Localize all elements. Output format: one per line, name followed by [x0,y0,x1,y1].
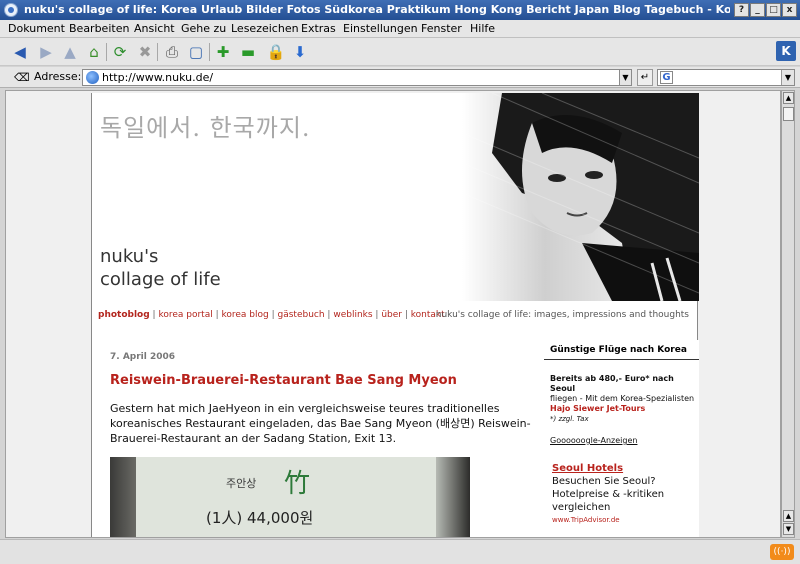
rss-feed-icon[interactable]: ((·)) [770,544,794,560]
korean-title: 독일에서. 한국까지. [100,114,311,142]
konqueror-icon[interactable] [4,3,18,17]
address-url: http://www.nuku.de/ [102,71,214,84]
menu-ansicht[interactable]: Ansicht [134,22,175,35]
menu-dokument[interactable]: Dokument [8,22,65,35]
hotel-ad-title[interactable]: Seoul Hotels [552,462,697,475]
forward-icon[interactable]: ▶ [36,42,56,62]
reload-icon[interactable]: ⟳ [110,42,130,62]
post-body: Gestern hat mich JaeHyeon in ein verglei… [110,402,531,445]
blog-name: nuku's collage of life [100,245,221,291]
help-button[interactable]: ? [734,3,749,17]
flight-ad-link[interactable]: Hajo Siewer Jet-Tours [550,404,697,414]
search-dropdown-button[interactable]: ▼ [781,70,794,85]
scroll-up-arrow-icon[interactable]: ▲ [783,510,794,522]
scroll-down-arrow-icon[interactable]: ▼ [783,523,794,535]
globe-icon [86,71,99,84]
home-icon[interactable]: ⌂ [84,42,104,62]
zoom-in-icon[interactable]: ✚ [213,42,233,62]
blog-header: 독일에서. 한국까지. nuku's collage of life [92,93,699,301]
flight-ad-line1: Bereits ab 480,- Euro* nach Seoul [550,374,674,393]
up-icon[interactable]: ▲ [60,42,80,62]
search-input[interactable]: G ▼ [657,69,795,86]
blog-navigation: photoblog | korea portal | korea blog | … [98,310,445,320]
scroll-up-arrow-icon[interactable]: ▲ [783,92,794,104]
post-title[interactable]: Reiswein-Brauerei-Restaurant Bae Sang My… [110,373,457,388]
address-dropdown-button[interactable]: ▼ [619,69,632,86]
kde-logo-icon: K [776,41,796,61]
nav-korea-portal[interactable]: korea portal [158,310,212,320]
address-input[interactable]: http://www.nuku.de/ [82,69,632,86]
toolbar-separator [157,43,158,61]
menu-bar: Dokument Bearbeiten Ansicht Gehe zu Lese… [0,20,800,38]
menu-card-photo: 주안상 竹 (1人) 44,000원 [136,457,436,537]
nav-weblinks[interactable]: weblinks [333,310,372,320]
flight-ad[interactable]: Bereits ab 480,- Euro* nach Seoul fliege… [550,374,697,424]
security-lock-icon[interactable]: 🔒 [266,42,286,62]
print-preview-icon[interactable]: ▢ [186,42,206,62]
menu-gehe-zu[interactable]: Gehe zu [181,22,226,35]
hotel-ad[interactable]: Seoul Hotels Besuchen Sie Seoul? Hotelpr… [552,462,697,527]
sidebar-heading: Günstige Flüge nach Korea [550,345,687,355]
blog-tagline: nuku's collage of life: images, impressi… [435,310,689,320]
flight-ad-note: *) zzgl. Tax [550,415,589,423]
clear-location-icon[interactable]: ⌫ [14,71,30,84]
stop-icon[interactable]: ✖ [135,42,155,62]
photo-text-3: (1人) 44,000원 [206,509,314,527]
hotel-ad-url[interactable]: www.TripAdvisor.de [552,514,697,527]
download-icon[interactable]: ⬇ [290,42,310,62]
header-portrait-image [462,93,699,301]
toolbar-separator [209,43,210,61]
back-icon[interactable]: ◀ [10,42,30,62]
menu-fenster[interactable]: Fenster [421,22,462,35]
close-button[interactable]: x [782,3,797,17]
nav-gaestebuch[interactable]: gästebuch [278,310,325,320]
sidebar: Günstige Flüge nach Korea Bereits ab 480… [544,340,699,537]
photo-text-2: 竹 [284,469,311,499]
window-title: nuku's collage of life: Korea Urlaub Bil… [24,3,730,16]
post-date: 7. April 2006 [110,352,176,362]
sidebar-divider [544,359,699,360]
blog-name-line2: collage of life [100,269,221,290]
nav-photoblog[interactable]: photoblog [98,310,150,320]
post-photo[interactable]: 주안상 竹 (1人) 44,000원 [110,457,470,537]
scroll-thumb[interactable] [783,107,794,121]
menu-einstellungen[interactable]: Einstellungen [343,22,418,35]
nav-korea-blog[interactable]: korea blog [221,310,268,320]
web-page: 독일에서. 한국까지. nuku's collage of life photo… [91,93,699,537]
vertical-scrollbar[interactable]: ▲ ▲ ▼ [781,90,795,538]
status-bar: ((·)) [0,539,800,564]
google-search-icon[interactable]: G [660,71,673,84]
location-bar: ⌫ Adresse: http://www.nuku.de/ ▼ ↵ G ▼ [0,67,800,88]
nav-ueber[interactable]: über [381,310,402,320]
photo-text-1: 주안상 [226,477,257,490]
menu-hilfe[interactable]: Hilfe [470,22,495,35]
blog-name-line1: nuku's [100,246,159,267]
menu-bearbeiten[interactable]: Bearbeiten [69,22,129,35]
go-button[interactable]: ↵ [637,69,653,86]
menu-extras[interactable]: Extras [301,22,336,35]
flight-ad-line2: fliegen - Mit dem Korea-Spezialisten [550,394,695,403]
hotel-ad-text: Besuchen Sie Seoul? Hotelpreise & -kriti… [552,476,665,513]
address-label: Adresse: [34,70,82,83]
toolbar-separator [106,43,107,61]
google-ads-label[interactable]: Goooooogle-Anzeigen [550,436,637,445]
menu-lesezeichen[interactable]: Lesezeichen [231,22,299,35]
web-viewport: 독일에서. 한국까지. nuku's collage of life photo… [5,90,781,538]
zoom-out-icon[interactable]: ▬ [238,42,258,62]
title-bar: nuku's collage of life: Korea Urlaub Bil… [0,0,800,20]
minimize-button[interactable]: _ [750,3,765,17]
print-icon[interactable]: ⎙ [162,42,182,62]
toolbar: ◀ ▶ ▲ ⌂ ⟳ ✖ ⎙ ▢ ✚ ▬ 🔒 ⬇ K [0,38,800,66]
maximize-button[interactable]: □ [766,3,781,17]
